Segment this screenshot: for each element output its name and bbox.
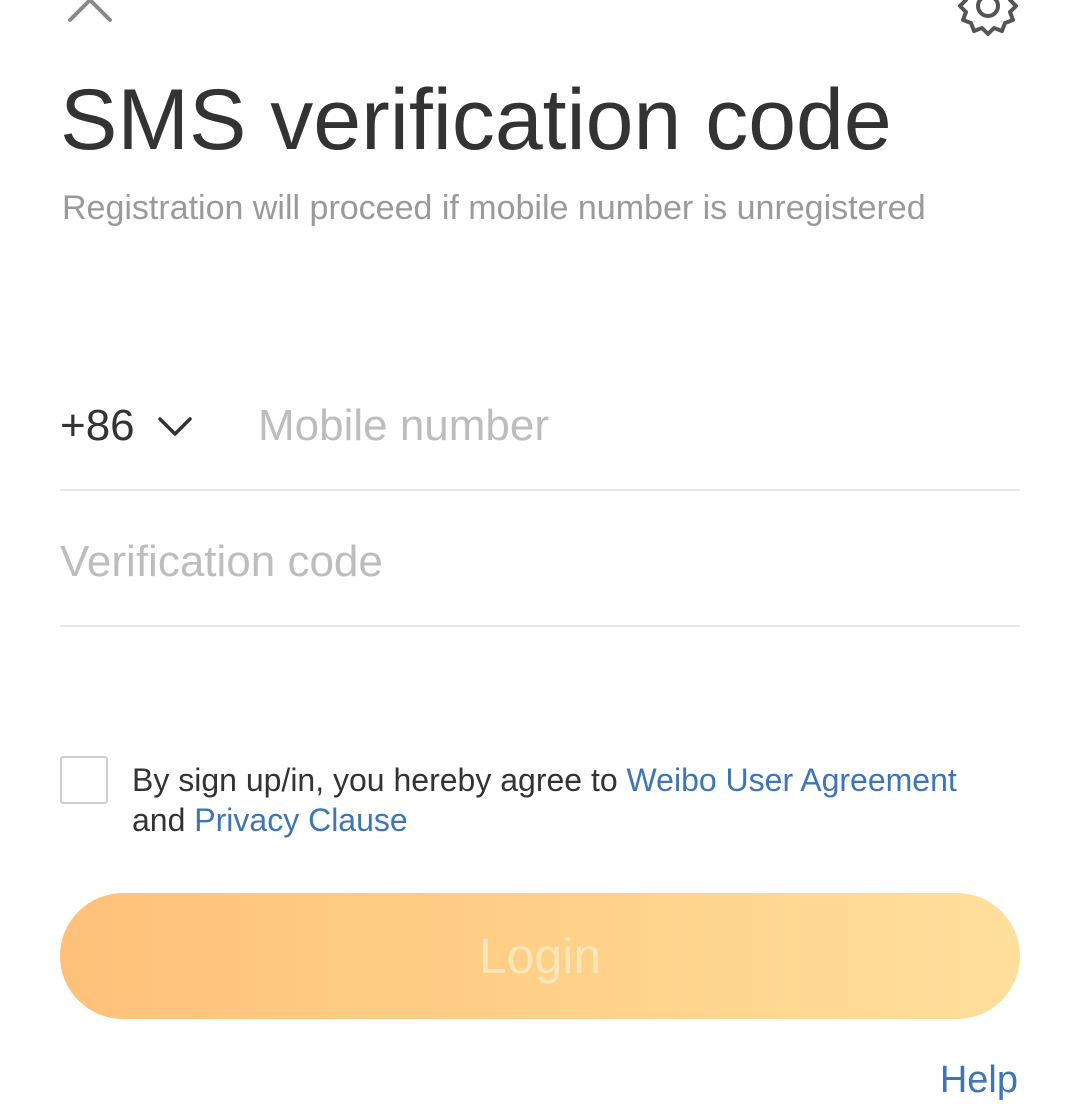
divider — [60, 489, 1020, 491]
gear-icon — [958, 0, 1018, 36]
close-button[interactable] — [62, 0, 118, 28]
close-icon — [68, 0, 112, 22]
privacy-clause-link[interactable]: Privacy Clause — [194, 802, 407, 838]
user-agreement-link[interactable]: Weibo User Agreement — [627, 762, 957, 798]
chevron-down-icon — [157, 417, 192, 436]
login-button[interactable]: Login — [60, 893, 1020, 1019]
agreement-prefix: By sign up/in, you hereby agree to — [132, 762, 627, 798]
agreement-text: By sign up/in, you hereby agree to Weibo… — [132, 760, 1012, 840]
country-code-selector[interactable]: +86 — [60, 398, 193, 454]
page-subtitle: Registration will proceed if mobile numb… — [62, 189, 926, 227]
agreement-checkbox[interactable] — [60, 756, 108, 804]
divider — [60, 625, 1020, 627]
help-link[interactable]: Help — [940, 1056, 1018, 1104]
page-title: SMS verification code — [60, 72, 892, 168]
agreement-and: and — [132, 802, 195, 838]
settings-button[interactable] — [952, 0, 1024, 42]
mobile-number-input[interactable] — [258, 396, 1018, 456]
country-code-value: +86 — [60, 401, 135, 450]
verification-code-input[interactable] — [60, 532, 1018, 592]
